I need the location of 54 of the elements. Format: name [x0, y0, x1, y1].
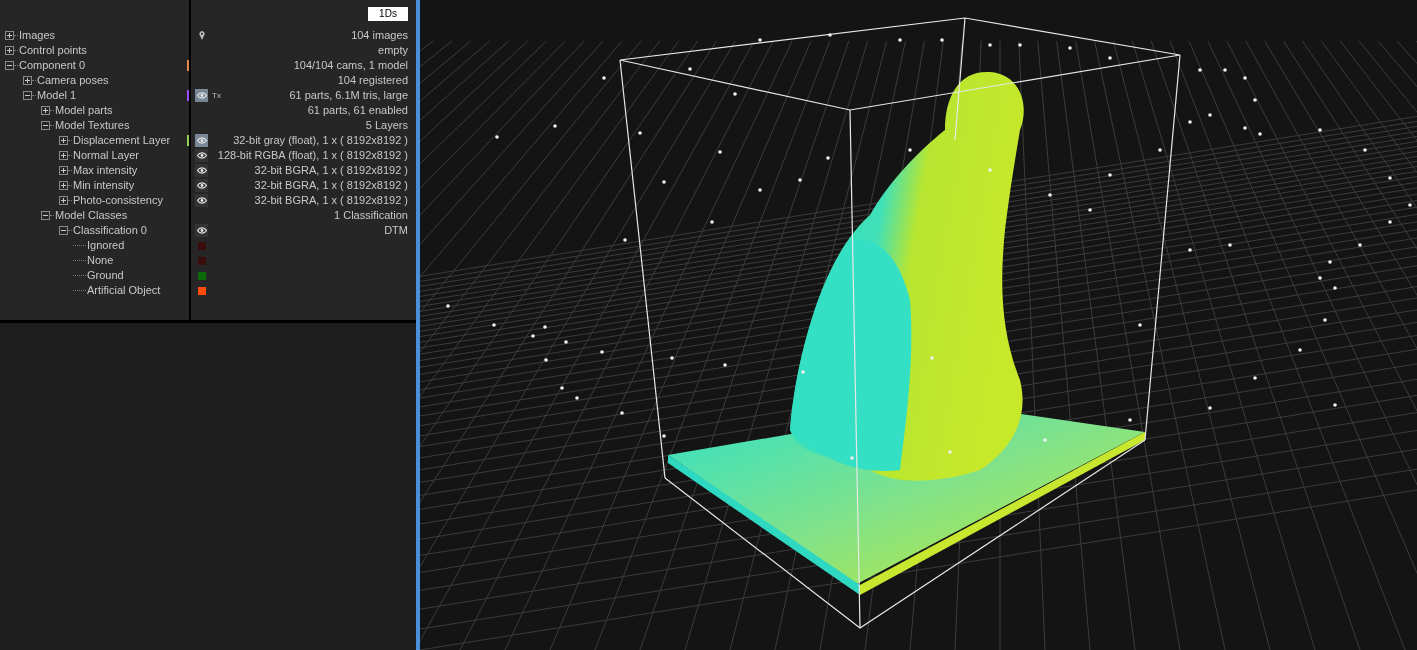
tree-item-label[interactable]: Images [19, 27, 56, 44]
collapse-icon[interactable] [59, 226, 68, 235]
collapse-icon[interactable] [41, 121, 50, 130]
location-pin-icon [199, 31, 205, 40]
expand-icon[interactable] [59, 151, 68, 160]
expand-icon[interactable] [59, 166, 68, 175]
expand-icon[interactable] [59, 196, 68, 205]
tree-item-info: 61 parts, 61 enabled [307, 103, 408, 119]
tree-item-info: 104/104 cams, 1 model [293, 58, 408, 74]
tree-item-label[interactable]: Ignored [87, 237, 125, 254]
expand-icon[interactable] [59, 136, 68, 145]
tree-item-info: 32-bit gray (float), 1 x ( 8192x8192 ) [233, 133, 408, 149]
tree-item-label[interactable]: Classification 0 [73, 222, 147, 239]
visibility-eye-icon[interactable] [195, 164, 208, 177]
collapse-icon[interactable] [5, 61, 14, 70]
tree-item-info: 104 registered [337, 73, 408, 89]
tree-item-info: 32-bit BGRA, 1 x ( 8192x8192 ) [254, 193, 408, 209]
tree-item-label[interactable]: Model parts [55, 102, 113, 119]
tree-item-label[interactable]: Component 0 [19, 57, 86, 74]
tree-item-label[interactable]: Artificial Object [87, 282, 161, 299]
expand-icon[interactable] [59, 181, 68, 190]
expand-icon[interactable] [5, 31, 14, 40]
tree-item-info: 61 parts, 6.1M tris, large [289, 88, 408, 104]
tree-item-label[interactable]: Control points [19, 42, 87, 59]
toolbar-button[interactable]: 1Ds [368, 7, 408, 21]
tree-item-label[interactable]: Model 1 [37, 87, 77, 104]
expand-icon[interactable] [5, 46, 14, 55]
tree-item-label[interactable]: Normal Layer [73, 147, 140, 164]
tree-item-info: 1 Classification [334, 208, 408, 224]
tree-item-label[interactable]: Model Textures [55, 117, 130, 134]
tree-item-info: 128-bit RGBA (float), 1 x ( 8192x8192 ) [217, 148, 408, 164]
visibility-eye-icon[interactable] [195, 149, 208, 162]
collapse-icon[interactable] [23, 91, 32, 100]
tree-item-info: 32-bit BGRA, 1 x ( 8192x8192 ) [254, 163, 408, 179]
tree-item-label[interactable]: Max intensity [73, 162, 138, 179]
tree-item-label[interactable]: Ground [87, 267, 124, 284]
visibility-eye-icon[interactable] [195, 224, 208, 237]
tree-item-label[interactable]: Displacement Layer [73, 132, 171, 149]
expand-icon[interactable] [23, 76, 32, 85]
tree-item-info: 5 Layers [365, 118, 408, 134]
tree-item-info: 32-bit BGRA, 1 x ( 8192x8192 ) [254, 178, 408, 194]
visibility-eye-icon[interactable] [195, 194, 208, 207]
tree-item-label[interactable]: Min intensity [73, 177, 135, 194]
tree-item-info: 104 images [351, 28, 408, 44]
texture-label: Tx [212, 90, 221, 101]
tree-item-info: DTM [384, 223, 408, 239]
expand-icon[interactable] [41, 106, 50, 115]
tree-item-label[interactable]: None [87, 252, 114, 269]
tree-item-label[interactable]: Camera poses [37, 72, 109, 89]
tree-item-label[interactable]: Photo-consistency [73, 192, 163, 209]
tree-item-label[interactable]: Model Classes [55, 207, 128, 224]
tree-item-info: empty [378, 43, 408, 59]
visibility-eye-icon[interactable] [195, 179, 208, 192]
collapse-icon[interactable] [41, 211, 50, 220]
